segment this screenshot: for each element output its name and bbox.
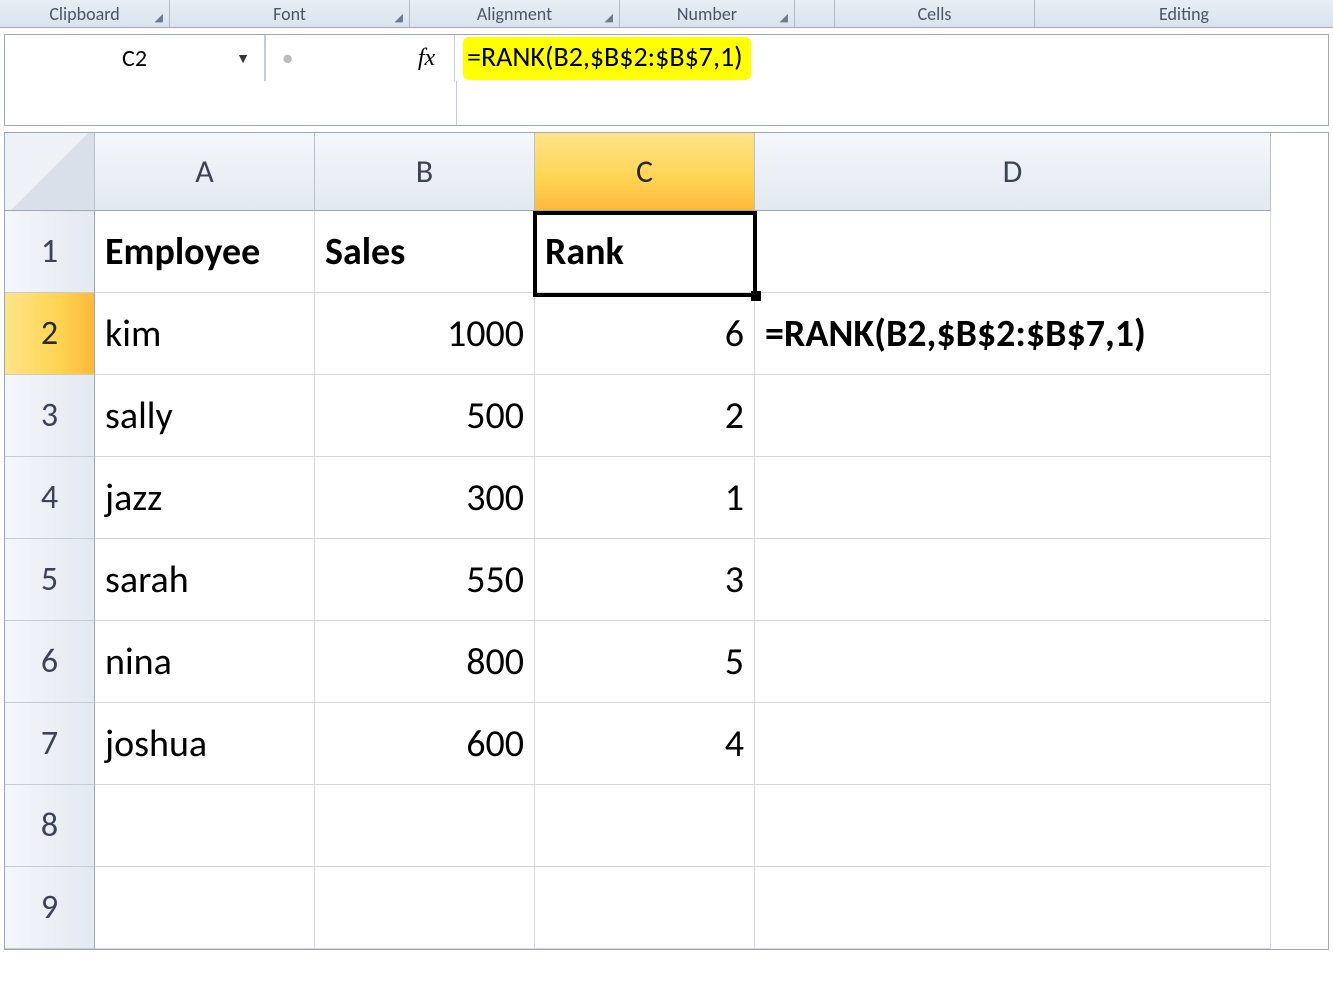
cell-C4[interactable]: 1 xyxy=(535,457,755,539)
col-header-B[interactable]: B xyxy=(315,133,535,211)
cell-D2[interactable]: =RANK(B2,$B$2:$B$7,1) xyxy=(755,293,1271,375)
dialog-launcher-icon[interactable]: ◢ xyxy=(395,11,403,24)
cell-D7[interactable] xyxy=(755,703,1271,785)
cell-B6[interactable]: 800 xyxy=(315,621,535,703)
cell-A8[interactable] xyxy=(95,785,315,867)
ribbon-group-clipboard[interactable]: Clipboard ◢ xyxy=(0,0,170,27)
cell-D6[interactable] xyxy=(755,621,1271,703)
ribbon-label: Editing xyxy=(1159,3,1209,25)
ribbon-group-editing[interactable]: Editing xyxy=(1035,0,1333,27)
row-header-3[interactable]: 3 xyxy=(5,375,95,457)
cell-D4[interactable] xyxy=(755,457,1271,539)
cell-A5[interactable]: sarah xyxy=(95,539,315,621)
cell-C7[interactable]: 4 xyxy=(535,703,755,785)
formula-bar: C2 ▼ ● fx =RANK(B2,$B$2:$B$7,1) xyxy=(4,34,1329,126)
cell-A7[interactable]: joshua xyxy=(95,703,315,785)
name-box[interactable]: C2 ▼ xyxy=(5,35,265,81)
cell-B4[interactable]: 300 xyxy=(315,457,535,539)
cell-C8[interactable] xyxy=(535,785,755,867)
cell-B8[interactable] xyxy=(315,785,535,867)
col-header-A[interactable]: A xyxy=(95,133,315,211)
cell-D5[interactable] xyxy=(755,539,1271,621)
row-header-6[interactable]: 6 xyxy=(5,621,95,703)
fill-handle[interactable] xyxy=(751,291,761,301)
cell-A6[interactable]: nina xyxy=(95,621,315,703)
cell-D9[interactable] xyxy=(755,867,1271,949)
dialog-launcher-icon[interactable]: ◢ xyxy=(155,11,163,24)
ribbon-group-blank xyxy=(795,0,835,27)
formula-value: =RANK(B2,$B$2:$B$7,1) xyxy=(463,37,751,80)
row-header-7[interactable]: 7 xyxy=(5,703,95,785)
ribbon-group-labels: Clipboard ◢ Font ◢ Alignment ◢ Number ◢ … xyxy=(0,0,1333,28)
row-header-4[interactable]: 4 xyxy=(5,457,95,539)
cell-C1[interactable]: Rank xyxy=(535,211,755,293)
cell-A3[interactable]: sally xyxy=(95,375,315,457)
cell-C2[interactable]: 6 xyxy=(535,293,755,375)
ribbon-label: Number xyxy=(677,3,737,25)
row-header-9[interactable]: 9 xyxy=(5,867,95,949)
select-all-corner[interactable] xyxy=(5,133,95,211)
fx-icon[interactable]: fx xyxy=(399,35,455,81)
cell-C6[interactable]: 5 xyxy=(535,621,755,703)
cell-A4[interactable]: jazz xyxy=(95,457,315,539)
chevron-down-icon[interactable]: ▼ xyxy=(236,50,250,67)
cell-C9[interactable] xyxy=(535,867,755,949)
cell-C3[interactable]: 2 xyxy=(535,375,755,457)
ribbon-group-number[interactable]: Number ◢ xyxy=(620,0,795,27)
cell-B9[interactable] xyxy=(315,867,535,949)
cell-B5[interactable]: 550 xyxy=(315,539,535,621)
cell-B7[interactable]: 600 xyxy=(315,703,535,785)
col-header-C[interactable]: C xyxy=(535,133,755,211)
cell-D8[interactable] xyxy=(755,785,1271,867)
row-header-1[interactable]: 1 xyxy=(5,211,95,293)
row-header-5[interactable]: 5 xyxy=(5,539,95,621)
cell-B2[interactable]: 1000 xyxy=(315,293,535,375)
ribbon-label: Cells xyxy=(918,3,952,25)
cell-C5[interactable]: 3 xyxy=(535,539,755,621)
cell-A9[interactable] xyxy=(95,867,315,949)
dialog-launcher-icon[interactable]: ◢ xyxy=(780,11,788,24)
cell-A2[interactable]: kim xyxy=(95,293,315,375)
formula-bar-left xyxy=(5,81,457,125)
dialog-launcher-icon[interactable]: ◢ xyxy=(605,11,613,24)
cell-B3[interactable]: 500 xyxy=(315,375,535,457)
spreadsheet-grid[interactable]: A B C D 1 Employee Sales Rank 2 kim 1000… xyxy=(4,132,1329,950)
formula-bar-expand[interactable] xyxy=(457,81,1328,125)
cell-D1[interactable] xyxy=(755,211,1271,293)
cell-A1[interactable]: Employee xyxy=(95,211,315,293)
row-header-8[interactable]: 8 xyxy=(5,785,95,867)
ribbon-label: Alignment xyxy=(477,3,552,25)
ribbon-group-font[interactable]: Font ◢ xyxy=(170,0,410,27)
cell-B1[interactable]: Sales xyxy=(315,211,535,293)
ribbon-group-cells[interactable]: Cells xyxy=(835,0,1035,27)
formula-input[interactable]: =RANK(B2,$B$2:$B$7,1) xyxy=(455,35,1328,81)
ribbon-group-alignment[interactable]: Alignment ◢ xyxy=(410,0,620,27)
col-header-D[interactable]: D xyxy=(755,133,1271,211)
cancel-formula-icon[interactable]: ● xyxy=(265,35,309,81)
cell-D3[interactable] xyxy=(755,375,1271,457)
row-header-2[interactable]: 2 xyxy=(5,293,95,375)
ribbon-label: Clipboard xyxy=(49,3,119,25)
name-box-value: C2 xyxy=(122,44,147,73)
ribbon-label: Font xyxy=(273,3,306,25)
formula-spacer xyxy=(309,35,399,81)
